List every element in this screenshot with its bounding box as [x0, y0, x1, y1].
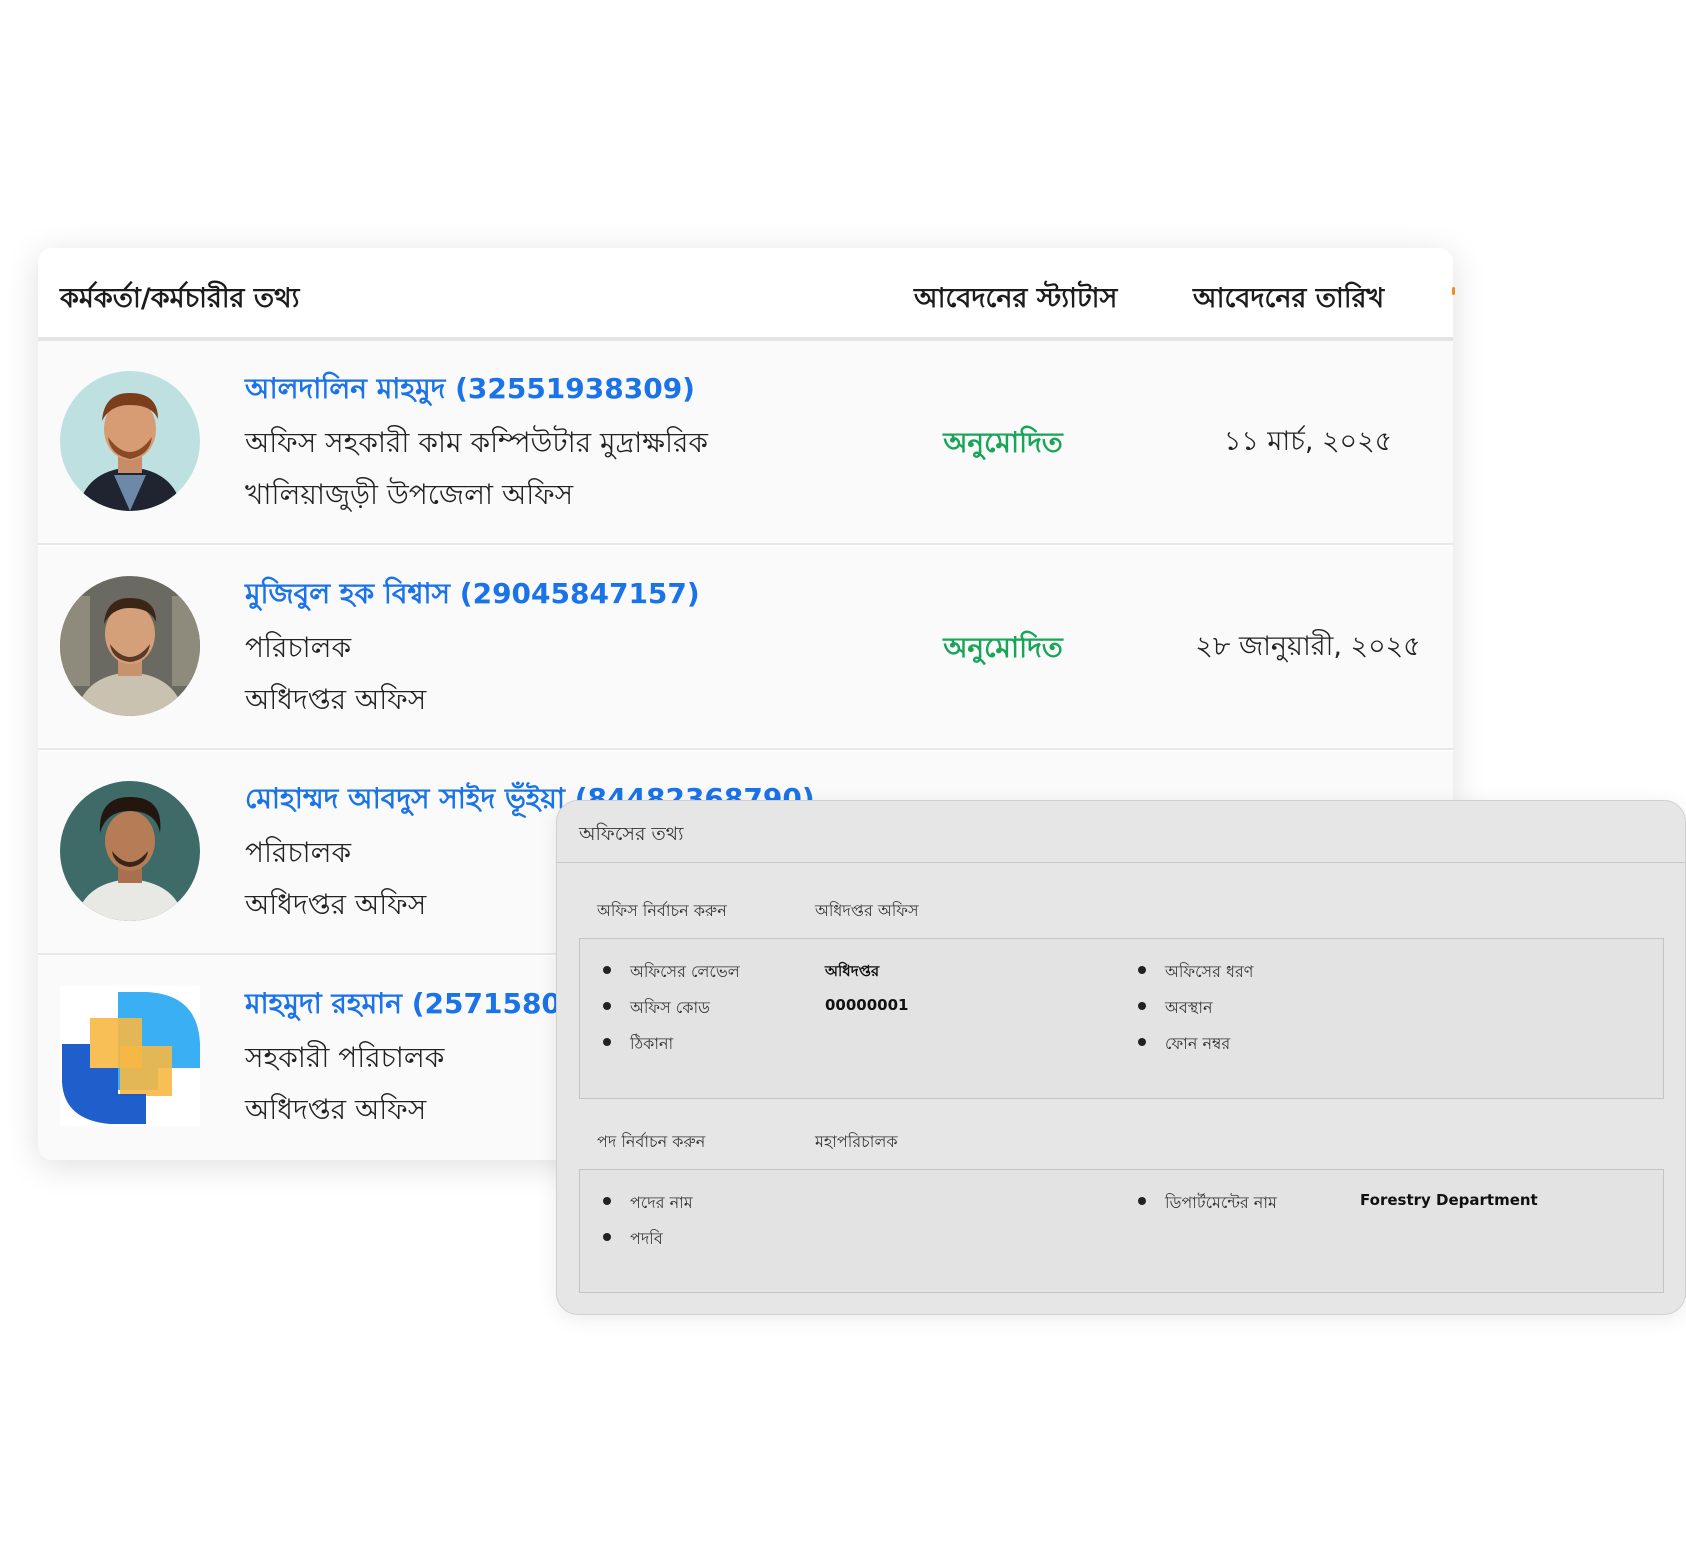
- post-details-box: পদের নাম পদবি ডিপার্টমেন্টের নাম Forestr…: [579, 1169, 1664, 1293]
- office-level-label: অফিসের লেভেল: [630, 962, 740, 981]
- post-name-label: পদের নাম: [630, 1193, 693, 1212]
- employee-designation: পরিচালক: [245, 836, 352, 869]
- bullet-icon: [603, 1233, 611, 1241]
- person-avatar-icon: [60, 576, 200, 716]
- application-date: ১১ মার্চ, ২০২৫: [1223, 426, 1393, 457]
- bullet-icon: [603, 1038, 611, 1046]
- bullet-icon: [1138, 1002, 1146, 1010]
- status-badge: অনুমোদিত: [943, 426, 1063, 459]
- table-row[interactable]: মুজিবুল হক বিশ্বাস (29045847157) পরিচালক…: [38, 546, 1453, 750]
- bullet-icon: [603, 966, 611, 974]
- office-level-value: অধিদপ্তর: [825, 962, 880, 980]
- avatar: [60, 576, 200, 716]
- office-info-panel: অফিসের তথ্য অফিস নির্বাচন করুন অধিদপ্তর …: [556, 800, 1686, 1315]
- scroll-indicator: [1452, 287, 1455, 295]
- office-location-label: অবস্থান: [1165, 998, 1213, 1017]
- employee-name-link[interactable]: মাহমুদা রহমান (25715805: [245, 982, 580, 1029]
- employee-office: অধিদপ্তর অফিস: [245, 888, 427, 921]
- placeholder-logo-icon: [60, 986, 200, 1126]
- bullet-icon: [603, 1197, 611, 1205]
- employee-name-link[interactable]: আলদালিন মাহমুদ (32551938309): [245, 367, 695, 414]
- office-select[interactable]: অধিদপ্তর অফিস: [815, 898, 919, 925]
- person-avatar-icon: [60, 781, 200, 921]
- office-type-label: অফিসের ধরণ: [1165, 962, 1254, 981]
- table-row[interactable]: আলদালিন মাহমুদ (32551938309) অফিস সহকারী…: [38, 341, 1453, 545]
- column-header-employee-info: কর্মকর্তা/কর্মচারীর তথ্য: [60, 283, 300, 314]
- employee-name-link[interactable]: মুজিবুল হক বিশ্বাস (29045847157): [245, 572, 700, 619]
- panel-title: অফিসের তথ্য: [579, 823, 684, 845]
- designation-label: পদবি: [630, 1229, 663, 1248]
- employee-designation: সহকারী পরিচালক: [245, 1041, 445, 1074]
- post-select[interactable]: মহাপরিচালক: [815, 1129, 898, 1156]
- bullet-icon: [1138, 1038, 1146, 1046]
- office-code-label: অফিস কোড: [630, 998, 710, 1017]
- table-header: কর্মকর্তা/কর্মচারীর তথ্য আবেদনের স্ট্যাট…: [38, 248, 1453, 341]
- employee-office: অধিদপ্তর অফিস: [245, 683, 427, 716]
- office-select-label: অফিস নির্বাচন করুন: [597, 901, 727, 920]
- application-date: ২৮ জানুয়ারী, ২০২৫: [1195, 631, 1421, 662]
- panel-header: অফিসের তথ্য: [557, 801, 1685, 863]
- office-phone-label: ফোন নম্বর: [1165, 1034, 1231, 1053]
- avatar: [60, 986, 200, 1126]
- employee-designation: অফিস সহকারী কাম কম্পিউটার মুদ্রাক্ষরিক: [245, 426, 708, 459]
- column-header-application-date[interactable]: আবেদনের তারিখ: [1193, 278, 1384, 323]
- status-badge: অনুমোদিত: [943, 631, 1063, 664]
- column-header-application-status[interactable]: আবেদনের স্ট্যাটাস: [914, 278, 1117, 323]
- person-avatar-icon: [60, 371, 200, 511]
- employee-office: অধিদপ্তর অফিস: [245, 1093, 427, 1126]
- office-details-box: অফিসের লেভেল অধিদপ্তর অফিস কোড 00000001 …: [579, 938, 1664, 1099]
- bullet-icon: [603, 1002, 611, 1010]
- post-select-label: পদ নির্বাচন করুন: [597, 1132, 706, 1151]
- department-value: Forestry Department: [1360, 1191, 1538, 1209]
- bullet-icon: [1138, 1197, 1146, 1205]
- office-code-value: 00000001: [825, 996, 909, 1014]
- bullet-icon: [1138, 966, 1146, 974]
- department-label: ডিপার্টমেন্টের নাম: [1165, 1193, 1277, 1212]
- avatar: [60, 781, 200, 921]
- employee-office: খালিয়াজুড়ী উপজেলা অফিস: [245, 478, 574, 511]
- employee-designation: পরিচালক: [245, 631, 352, 664]
- avatar: [60, 371, 200, 511]
- office-address-label: ঠিকানা: [630, 1034, 674, 1053]
